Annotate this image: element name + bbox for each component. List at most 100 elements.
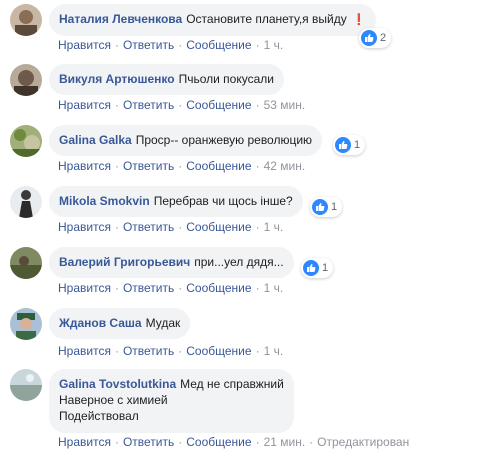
comment-first-line: Galina Tovstolutkina Мед не справжний (59, 376, 284, 392)
comment-bubble: Жданов Саша Мудак (49, 308, 191, 339)
separator: · (114, 98, 119, 112)
comment-actions: Нравится · Ответить · Сообщение · 1 ч. (58, 280, 283, 296)
comment-author[interactable]: Викуля Артюшенко (59, 72, 175, 86)
comment-time[interactable]: 53 мин. (264, 98, 306, 112)
thumbs-up-icon (303, 260, 319, 276)
reply-link[interactable]: Ответить (123, 159, 174, 173)
comment-text: Остановите планету,я выйду (186, 12, 347, 26)
avatar[interactable] (10, 247, 42, 279)
reply-link[interactable]: Ответить (123, 220, 174, 234)
reply-link[interactable]: Ответить (123, 435, 174, 449)
comment-actions: Нравится · Ответить · Сообщение · 1 ч. (58, 343, 283, 359)
separator: · (255, 281, 260, 295)
comment-author[interactable]: Жданов Саша (59, 316, 142, 330)
comment-bubble: Викуля Артюшенко Пчьоли покусали (49, 64, 284, 95)
message-link[interactable]: Сообщение (186, 98, 251, 112)
message-link[interactable]: Сообщение (186, 344, 251, 358)
separator: · (255, 98, 260, 112)
like-link[interactable]: Нравится (58, 435, 111, 449)
like-link[interactable]: Нравится (58, 281, 111, 295)
separator: · (178, 344, 183, 358)
separator: · (178, 38, 183, 52)
comment-actions: Нравится · Ответить · Сообщение · 42 мин. (58, 158, 305, 174)
like-link[interactable]: Нравится (58, 344, 111, 358)
avatar[interactable] (10, 4, 42, 36)
message-link[interactable]: Сообщение (186, 38, 251, 52)
comment-time[interactable]: 1 ч. (264, 220, 284, 234)
separator: · (255, 435, 260, 449)
reply-link[interactable]: Ответить (123, 38, 174, 52)
comment-bubble: Наталия Левченкова Остановите планету,я в… (49, 4, 376, 36)
edited-label[interactable]: Отредактирован (317, 435, 409, 449)
comment-bubble: Galina Tovstolutkina Мед не справжний Нав… (49, 369, 294, 433)
separator: · (114, 38, 119, 52)
comment-author[interactable]: Mikola Smokvin (59, 194, 150, 208)
comment-bubble: Валерий Григорьевич при...уел дядя... (49, 247, 294, 278)
reply-link[interactable]: Ответить (123, 281, 174, 295)
avatar[interactable] (10, 308, 42, 340)
thumbs-up-icon (312, 199, 328, 215)
separator: · (114, 220, 119, 234)
reply-link[interactable]: Ответить (123, 98, 174, 112)
like-link[interactable]: Нравится (58, 38, 111, 52)
separator: · (114, 435, 119, 449)
avatar[interactable] (10, 369, 42, 401)
comment-actions: Нравится · Ответить · Сообщение · 21 мин. · Отре… (58, 434, 409, 450)
separator: · (178, 159, 183, 173)
comment-author[interactable]: Galina Tovstolutkina (59, 377, 176, 391)
like-link[interactable]: Нравится (58, 98, 111, 112)
separator: · (114, 159, 119, 173)
like-link[interactable]: Нравится (58, 220, 111, 234)
comment-author[interactable]: Валерий Григорьевич (59, 255, 190, 269)
reaction-badge[interactable]: 1 (301, 258, 334, 278)
separator: · (255, 344, 260, 358)
message-link[interactable]: Сообщение (186, 220, 251, 234)
message-link[interactable]: Сообщение (186, 435, 251, 449)
comment-author[interactable]: Galina Galka (59, 133, 132, 147)
separator: · (178, 220, 183, 234)
comment-author[interactable]: Наталия Левченкова (59, 12, 182, 26)
avatar[interactable] (10, 64, 42, 96)
message-link[interactable]: Сообщение (186, 159, 251, 173)
comment-text: Мудак (145, 316, 181, 330)
comment-bubble: Mikola Smokvin Перебрав чи щось інше? (49, 186, 303, 217)
comment-text: Проср-- оранжевую революцию (135, 133, 313, 147)
comment-text: Пчьоли покусали (178, 72, 274, 86)
comment-actions: Нравится · Ответить · Сообщение · 1 ч. (58, 219, 283, 235)
comment-time[interactable]: 1 ч. (264, 38, 284, 52)
comment-time[interactable]: 1 ч. (264, 281, 284, 295)
reaction-count: 1 (322, 262, 329, 274)
reply-link[interactable]: Ответить (123, 344, 174, 358)
avatar[interactable] (10, 186, 42, 218)
like-link[interactable]: Нравится (58, 159, 111, 173)
reaction-badge[interactable]: 1 (333, 135, 366, 155)
comment-actions: Нравится · Ответить · Сообщение · 53 мин. (58, 97, 305, 113)
separator: · (255, 220, 260, 234)
separator: · (114, 344, 119, 358)
separator: · (309, 435, 314, 449)
comment-time[interactable]: 1 ч. (264, 344, 284, 358)
separator: · (178, 281, 183, 295)
reaction-count: 1 (354, 139, 361, 151)
reaction-count: 2 (380, 32, 387, 44)
comment-text: Перебрав чи щось інше? (153, 194, 293, 208)
avatar[interactable] (10, 125, 42, 157)
separator: · (114, 281, 119, 295)
comment-time[interactable]: 21 мин. (264, 435, 306, 449)
separator: · (255, 38, 260, 52)
separator: · (255, 159, 260, 173)
comment-time[interactable]: 42 мин. (264, 159, 306, 173)
comment-text: Подействовал (59, 409, 139, 423)
exclamation-emoji: ❗ (352, 14, 366, 26)
reaction-badge[interactable]: 1 (310, 197, 343, 217)
thumbs-up-icon (335, 137, 351, 153)
thumbs-up-icon (361, 30, 377, 46)
comment-bubble: Galina Galka Проср-- оранжевую революцию (49, 125, 323, 156)
separator: · (178, 435, 183, 449)
comment-text: при...уел дядя... (194, 255, 284, 269)
reaction-count: 1 (331, 201, 338, 213)
message-link[interactable]: Сообщение (186, 281, 251, 295)
reaction-badge[interactable]: 2 (359, 28, 392, 48)
comment-actions: Нравится · Ответить · Сообщение · 1 ч. (58, 37, 283, 53)
comment-text: Мед не справжний (180, 377, 284, 391)
